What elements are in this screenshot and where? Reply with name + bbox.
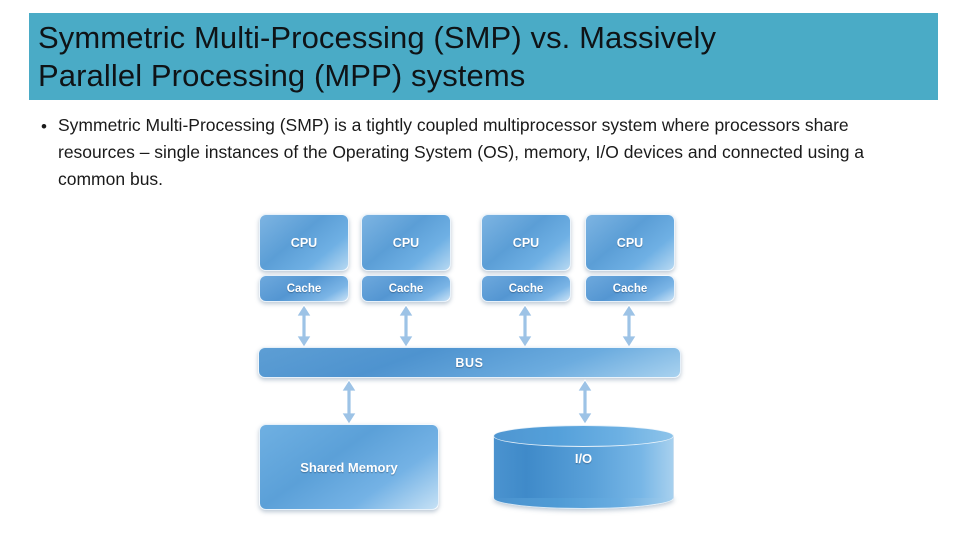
body-content: • Symmetric Multi-Processing (SMP) is a … [30, 112, 930, 193]
bus-label: BUS [455, 355, 484, 370]
title-banner: Symmetric Multi-Processing (SMP) vs. Mas… [29, 13, 938, 100]
cpu-box-3: CPU [481, 214, 571, 271]
arrow-bus-shared-memory [341, 379, 357, 425]
io-cylinder-bottom [493, 487, 674, 509]
io-label: I/O [574, 451, 593, 466]
cache-label-2: Cache [388, 282, 424, 295]
cpu-label-2: CPU [392, 235, 420, 250]
io-cylinder: I/O [493, 425, 674, 509]
io-cylinder-body [493, 436, 674, 498]
arrow-bus-io [577, 379, 593, 425]
arrow-cache-bus-4 [621, 304, 637, 348]
cpu-box-2: CPU [361, 214, 451, 271]
bullet-marker-icon: • [41, 117, 47, 136]
shared-memory-box: Shared Memory [259, 424, 439, 510]
slide-canvas: Symmetric Multi-Processing (SMP) vs. Mas… [0, 0, 960, 540]
cache-box-4: Cache [585, 275, 675, 302]
bullet-text: Symmetric Multi-Processing (SMP) is a ti… [58, 115, 865, 189]
page-title: Symmetric Multi-Processing (SMP) vs. Mas… [38, 20, 717, 93]
list-item: • Symmetric Multi-Processing (SMP) is a … [30, 112, 930, 193]
io-cylinder-top [493, 425, 674, 447]
cache-label-4: Cache [612, 282, 648, 295]
arrow-cache-bus-2 [398, 304, 414, 348]
cache-box-1: Cache [259, 275, 349, 302]
cache-box-2: Cache [361, 275, 451, 302]
cpu-label-1: CPU [290, 235, 318, 250]
cpu-box-4: CPU [585, 214, 675, 271]
arrow-cache-bus-3 [517, 304, 533, 348]
cpu-box-1: CPU [259, 214, 349, 271]
cache-box-3: Cache [481, 275, 571, 302]
bus-bar: BUS [258, 347, 681, 378]
cpu-label-3: CPU [512, 235, 540, 250]
shared-memory-label: Shared Memory [300, 459, 398, 475]
cache-label-1: Cache [286, 282, 322, 295]
arrow-cache-bus-1 [296, 304, 312, 348]
cache-label-3: Cache [508, 282, 544, 295]
cpu-label-4: CPU [616, 235, 644, 250]
